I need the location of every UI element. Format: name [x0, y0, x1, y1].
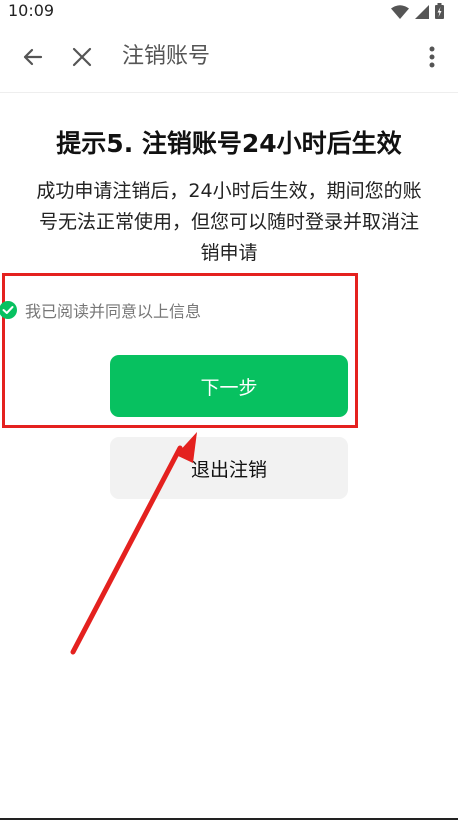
- agreement-checkbox[interactable]: [0, 301, 17, 319]
- agreement-row[interactable]: 我已阅读并同意以上信息: [0, 298, 201, 322]
- next-step-button[interactable]: 下一步: [110, 355, 348, 417]
- close-button[interactable]: [67, 42, 97, 72]
- agreement-label: 我已阅读并同意以上信息: [25, 302, 202, 321]
- toolbar: 注销账号: [0, 22, 458, 92]
- more-vertical-icon: [429, 46, 435, 68]
- arrow-left-icon: [23, 48, 43, 66]
- status-time: 10:09: [8, 1, 55, 20]
- check-circle-icon: [0, 301, 17, 319]
- notice-heading: 提示5. 注销账号24小时后生效: [56, 129, 402, 158]
- signal-icon: [415, 4, 429, 23]
- status-icons: [391, 3, 444, 23]
- battery-charging-icon: [435, 3, 444, 23]
- page-title: 注销账号: [122, 44, 211, 69]
- notice-description: 成功申请注销后，24小时后生效，期间您的账号无法正常使用，但您可以随时登录并取消…: [36, 180, 422, 264]
- wifi-icon: [391, 4, 409, 23]
- more-button[interactable]: [420, 42, 444, 72]
- toolbar-divider: [0, 92, 458, 93]
- back-button[interactable]: [18, 42, 48, 72]
- status-bar: 10:09: [0, 0, 458, 22]
- exit-cancellation-button[interactable]: 退出注销: [110, 437, 348, 499]
- close-icon: [72, 47, 92, 67]
